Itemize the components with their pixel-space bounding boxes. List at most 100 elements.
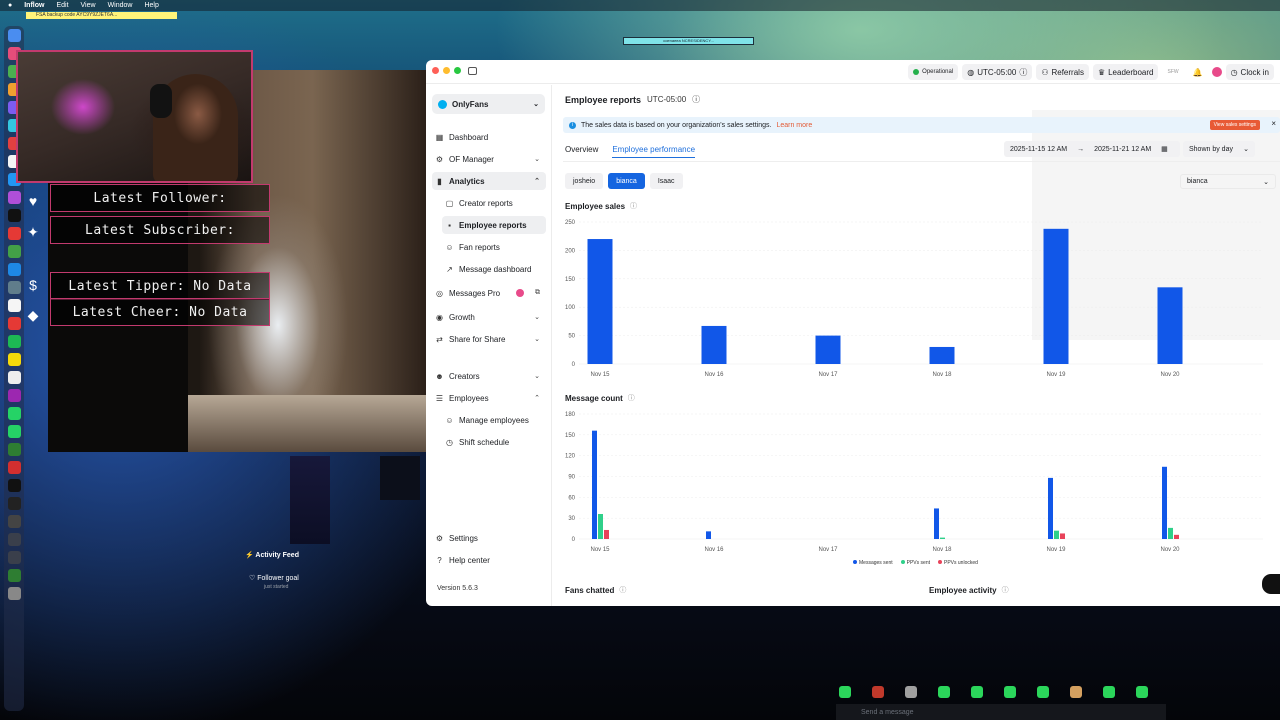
sidebar-item-help-center[interactable]: ? Help center bbox=[432, 551, 546, 569]
leaderboard-button[interactable]: ♛ Leaderboard bbox=[1092, 64, 1159, 80]
spotify-icon[interactable] bbox=[7, 335, 21, 348]
y-tick-label: 50 bbox=[568, 334, 575, 340]
sidebar-toggle-icon[interactable] bbox=[468, 67, 477, 75]
settings-icon[interactable] bbox=[7, 281, 21, 294]
close-icon[interactable]: × bbox=[1271, 119, 1276, 128]
messages-icon[interactable] bbox=[7, 425, 21, 438]
info-icon[interactable]: ⓘ bbox=[692, 94, 700, 105]
menu-edit[interactable]: Edit bbox=[56, 2, 68, 9]
menu-window[interactable]: Window bbox=[108, 2, 133, 9]
clock-in-button[interactable]: ◷ Clock in bbox=[1225, 64, 1274, 80]
chevron-down-icon: ⌄ bbox=[534, 314, 540, 321]
emote-icon[interactable] bbox=[1103, 686, 1115, 698]
legend-item[interactable]: Messages sent bbox=[853, 560, 893, 566]
report-tabs: Overview Employee performance bbox=[565, 145, 696, 158]
chat-message-input[interactable]: Send a message bbox=[836, 704, 1166, 720]
app-icon[interactable] bbox=[7, 389, 21, 402]
sidebar-item-of-manager[interactable]: ⚙ OF Manager ⌄ bbox=[432, 150, 546, 168]
referrals-button[interactable]: ⚇ Referrals bbox=[1036, 64, 1089, 80]
sidebar-item-fan-reports[interactable]: ☺ Fan reports bbox=[442, 238, 546, 256]
sidebar-item-dashboard[interactable]: ▦ Dashboard bbox=[432, 128, 546, 146]
shown-by-select[interactable]: Shown by day ⌄ bbox=[1183, 141, 1255, 157]
emote-icon[interactable] bbox=[1037, 686, 1049, 698]
sidebar-item-share-for-share[interactable]: ⇄ Share for Share ⌄ bbox=[432, 330, 546, 348]
menu-view[interactable]: View bbox=[81, 2, 96, 9]
timezone-button[interactable]: ◍ UTC-05:00 ⓘ bbox=[962, 64, 1033, 80]
app-icon[interactable] bbox=[7, 371, 21, 384]
dictionary-icon[interactable] bbox=[7, 461, 21, 474]
top-center-banner: coenaeea NCRESIDENCY... bbox=[623, 37, 754, 45]
tab-overview[interactable]: Overview bbox=[565, 145, 598, 158]
y-tick-label: 90 bbox=[568, 475, 575, 481]
sidebar-item-creators[interactable]: ☻ Creators ⌄ bbox=[432, 367, 546, 385]
date-range-picker[interactable]: 2025-11-15 12 AM → 2025-11-21 12 AM ▦ bbox=[1004, 141, 1180, 157]
maximize-window-button[interactable] bbox=[454, 67, 461, 74]
avatar[interactable] bbox=[1211, 64, 1222, 80]
legend-item[interactable]: PPVs sent bbox=[900, 560, 930, 566]
info-icon[interactable]: ⓘ bbox=[630, 201, 637, 211]
employee-chip[interactable]: Isaac bbox=[649, 173, 683, 189]
emote-icon[interactable] bbox=[905, 686, 917, 698]
employee-chip[interactable]: josheio bbox=[565, 173, 604, 189]
sidebar-item-messages-pro[interactable]: ◎ Messages Pro ⧉ bbox=[432, 284, 546, 302]
app-icon[interactable] bbox=[7, 299, 21, 312]
appstore-icon[interactable] bbox=[7, 263, 21, 276]
menu-help[interactable]: Help bbox=[144, 2, 158, 9]
bar bbox=[598, 514, 603, 539]
music-icon[interactable] bbox=[7, 227, 21, 240]
help-icon[interactable] bbox=[7, 551, 21, 564]
emote-icon[interactable] bbox=[1004, 686, 1016, 698]
view-sales-settings-button[interactable]: View sales settings bbox=[1209, 120, 1260, 130]
y-tick-label: 250 bbox=[565, 220, 576, 226]
minimize-window-button[interactable] bbox=[443, 67, 450, 74]
app-icon[interactable] bbox=[7, 569, 21, 582]
app-icon[interactable] bbox=[7, 317, 21, 330]
podcast-icon[interactable] bbox=[7, 191, 21, 204]
emote-icon[interactable] bbox=[938, 686, 950, 698]
app-icon[interactable] bbox=[7, 515, 21, 528]
sidebar-item-analytics[interactable]: ▮ Analytics ⌃ bbox=[432, 172, 546, 190]
info-icon[interactable]: ⓘ bbox=[1002, 585, 1009, 595]
account-selector[interactable]: OnlyFans ⌄ bbox=[432, 94, 545, 114]
sidebar-item-message-dashboard[interactable]: ↗ Message dashboard bbox=[442, 260, 546, 278]
inflow-icon[interactable] bbox=[7, 479, 21, 492]
employee-sales-chart: 0 50 100 150 200 250 Nov 15 Nov 16 Nov 17 Nov 18 N… bbox=[565, 220, 1263, 378]
finder-icon[interactable] bbox=[7, 29, 21, 42]
emote-icon[interactable] bbox=[872, 686, 884, 698]
emote-icon[interactable] bbox=[839, 686, 851, 698]
tab-employee-performance[interactable]: Employee performance bbox=[612, 145, 696, 158]
apple-icon[interactable]: ● bbox=[8, 2, 12, 9]
sidebar-item-growth[interactable]: ◉ Growth ⌄ bbox=[432, 308, 546, 326]
sidebar-item-creator-reports[interactable]: ▢ Creator reports bbox=[442, 194, 546, 212]
notes-icon[interactable] bbox=[7, 353, 21, 366]
app-icon[interactable] bbox=[7, 443, 21, 456]
emote-icon[interactable] bbox=[1070, 686, 1082, 698]
epic-games-icon[interactable] bbox=[7, 497, 21, 510]
sidebar-item-employees[interactable]: ☰ Employees ⌃ bbox=[432, 389, 546, 407]
menu-app-name[interactable]: Inflow bbox=[24, 2, 44, 9]
emote-icon[interactable] bbox=[1136, 686, 1148, 698]
emote-icon[interactable] bbox=[971, 686, 983, 698]
main-content: Employee reports UTC-05:00 ⓘ i The sales… bbox=[553, 85, 1280, 606]
numbers-icon[interactable] bbox=[7, 245, 21, 258]
sidebar-item-manage-employees[interactable]: ☺ Manage employees bbox=[442, 411, 546, 429]
info-icon[interactable]: ⓘ bbox=[628, 393, 635, 403]
chat-bubble-button[interactable] bbox=[1262, 574, 1280, 594]
employee-chip[interactable]: bianca bbox=[608, 173, 645, 189]
bell-icon[interactable]: 🔔 bbox=[1188, 64, 1208, 80]
tv-icon[interactable] bbox=[7, 209, 21, 222]
info-icon[interactable]: ⓘ bbox=[619, 585, 626, 595]
sidebar-item-shift-schedule[interactable]: ◷ Shift schedule bbox=[442, 433, 546, 451]
sidebar-item-employee-reports[interactable]: ▪ Employee reports bbox=[442, 216, 546, 234]
x-tick-label: Nov 18 bbox=[932, 547, 952, 552]
close-window-button[interactable] bbox=[432, 67, 439, 74]
employee-select[interactable]: bianca ⌄ bbox=[1180, 174, 1276, 189]
help-icon[interactable] bbox=[7, 533, 21, 546]
whatsapp-icon[interactable] bbox=[7, 407, 21, 420]
learn-more-link[interactable]: Learn more bbox=[776, 122, 812, 129]
sidebar-item-settings[interactable]: ⚙ Settings bbox=[432, 529, 546, 547]
trash-icon[interactable] bbox=[7, 587, 21, 600]
sfw-toggle[interactable]: SFW bbox=[1162, 64, 1183, 80]
legend-item[interactable]: PPVs unlocked bbox=[938, 560, 978, 566]
heart-icon: ♥ bbox=[28, 193, 38, 209]
